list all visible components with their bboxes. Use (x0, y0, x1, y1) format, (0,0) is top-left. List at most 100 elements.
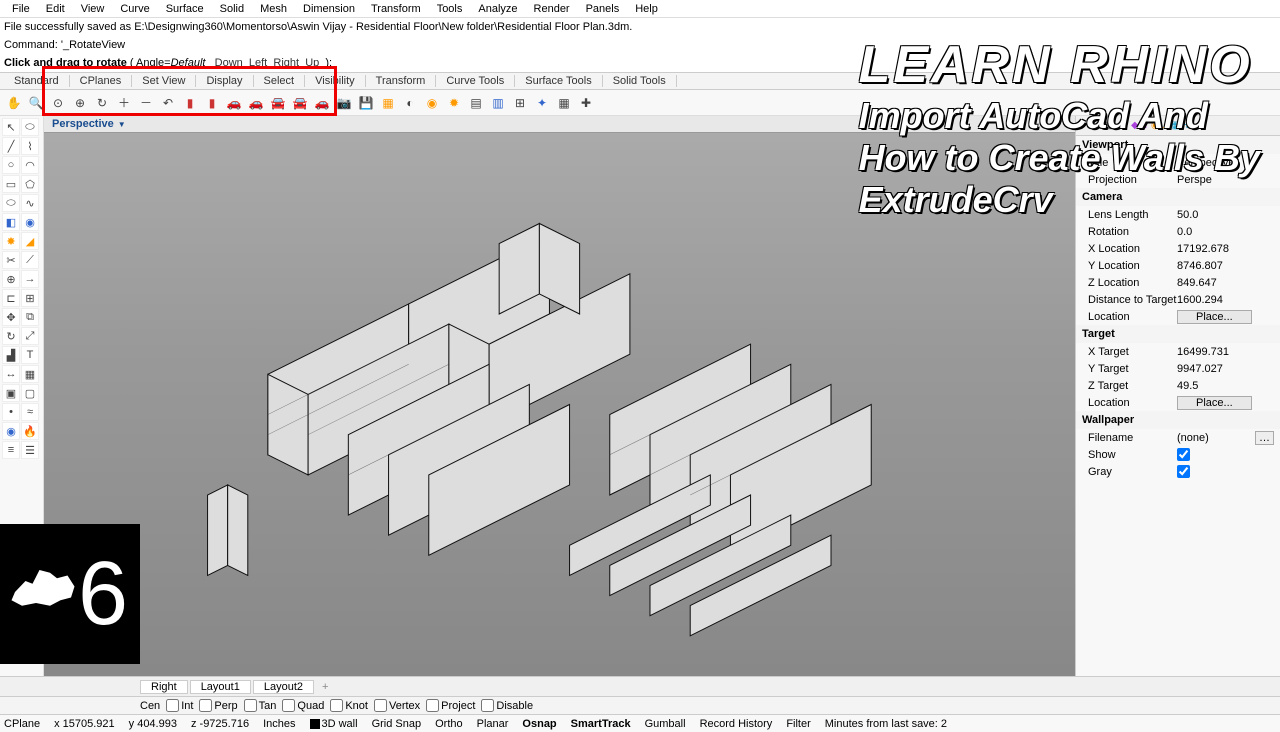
curve-icon[interactable]: ∿ (21, 194, 39, 212)
tab-setview[interactable]: Set View (132, 75, 196, 87)
tab-g-icon[interactable]: ✿ (1119, 120, 1127, 131)
save-view-icon[interactable]: 💾 (356, 93, 376, 113)
array-icon[interactable]: ⊞ (21, 289, 39, 307)
val-xloc[interactable]: 17192.678 (1177, 243, 1274, 255)
osnap-cen[interactable]: Cen (140, 700, 160, 712)
rendered-icon[interactable]: ▤ (466, 93, 486, 113)
tab-transform[interactable]: Transform (366, 75, 437, 87)
line-icon[interactable]: ╱ (2, 137, 20, 155)
command-input[interactable] (335, 57, 635, 69)
vtab-layout2[interactable]: Layout2 (253, 680, 314, 694)
val-zloc[interactable]: 849.647 (1177, 277, 1274, 289)
viewport-title-bar[interactable]: Perspective ▼ (44, 116, 1075, 133)
zoom-out-icon[interactable]: － (136, 93, 156, 113)
zoom-window-icon[interactable]: 🔍 (26, 93, 46, 113)
props-icon[interactable]: ≡ (2, 441, 20, 459)
zoom-extents-icon[interactable]: ⊙ (48, 93, 68, 113)
car2-icon[interactable]: 🚗 (246, 93, 266, 113)
layers-icon[interactable]: ☰ (21, 441, 39, 459)
menu-panels[interactable]: Panels (578, 3, 628, 15)
rotate-view-icon[interactable]: ↻ (92, 93, 112, 113)
tab-display-icon[interactable]: ◧ (1105, 120, 1114, 131)
top-view-icon[interactable]: ▮ (180, 93, 200, 113)
osnap-project[interactable]: Project (426, 699, 475, 712)
lasso-icon[interactable]: ⬭ (21, 118, 39, 136)
ghosted-icon[interactable]: ◉ (422, 93, 442, 113)
move-icon[interactable]: ✥ (2, 308, 20, 326)
val-xtarget[interactable]: 16499.731 (1177, 346, 1274, 358)
trim-icon[interactable]: ✂ (2, 251, 20, 269)
osnap-knot[interactable]: Knot (330, 699, 368, 712)
opt-right[interactable]: Right (273, 57, 299, 69)
val-ytarget[interactable]: 9947.027 (1177, 363, 1274, 375)
hatch-icon[interactable]: ▦ (21, 365, 39, 383)
osnap-tan[interactable]: Tan (244, 699, 277, 712)
tab-icon[interactable]: ◔ (1080, 120, 1086, 131)
status-planar[interactable]: Planar (477, 718, 509, 730)
osnap-disable[interactable]: Disable (481, 699, 533, 712)
status-gridsnap[interactable]: Grid Snap (372, 718, 422, 730)
grid-icon[interactable]: ▦ (554, 93, 574, 113)
menu-edit[interactable]: Edit (38, 3, 73, 15)
join-icon[interactable]: ⊕ (2, 270, 20, 288)
rect-icon[interactable]: ▭ (2, 175, 20, 193)
val-lens[interactable]: 50.0 (1177, 209, 1274, 221)
rotate-icon[interactable]: ↻ (2, 327, 20, 345)
vtab-layout1[interactable]: Layout1 (190, 680, 251, 694)
status-ortho[interactable]: Ortho (435, 718, 463, 730)
undo-view-icon[interactable]: ↶ (158, 93, 178, 113)
arc-icon[interactable]: ◠ (21, 156, 39, 174)
tab-select[interactable]: Select (254, 75, 306, 87)
shade-icon[interactable]: ◐ (400, 93, 420, 113)
osnap-quad[interactable]: Quad (282, 699, 324, 712)
menu-curve[interactable]: Curve (112, 3, 157, 15)
scale-icon[interactable]: ⤢ (21, 327, 39, 345)
gray-checkbox[interactable] (1177, 465, 1190, 478)
tab-curvetools[interactable]: Curve Tools (436, 75, 515, 87)
copy-icon[interactable]: ⧉ (21, 308, 39, 326)
box-icon[interactable]: ◧ (2, 213, 20, 231)
car4-icon[interactable]: 🚘 (290, 93, 310, 113)
pen-icon[interactable]: ▥ (488, 93, 508, 113)
status-gumball[interactable]: Gumball (645, 718, 686, 730)
mirror-icon[interactable]: ▟ (2, 346, 20, 364)
tab-h-icon[interactable]: ▦H (1172, 120, 1189, 131)
val-projection[interactable]: Perspe (1177, 174, 1274, 186)
val-dist[interactable]: 1600.294 (1177, 294, 1274, 306)
place-target-button[interactable]: Place... (1177, 396, 1252, 410)
tab-standard[interactable]: Standard (4, 75, 70, 87)
opt-left[interactable]: Left (249, 57, 267, 69)
tab-m-icon[interactable]: ◆M (1131, 120, 1147, 131)
status-layer[interactable]: 3D wall (310, 718, 358, 730)
wireframe-icon[interactable]: ▦ (378, 93, 398, 113)
flame-icon[interactable]: 🔥 (21, 422, 39, 440)
tab-display[interactable]: Display (196, 75, 253, 87)
offset-icon[interactable]: ⊏ (2, 289, 20, 307)
point-icon[interactable]: • (2, 403, 20, 421)
car5-icon[interactable]: 🚗 (312, 93, 332, 113)
menu-dimension[interactable]: Dimension (295, 3, 363, 15)
xray-icon[interactable]: ✹ (444, 93, 464, 113)
perspective-viewport[interactable] (44, 133, 1075, 676)
circle-icon[interactable]: ○ (2, 156, 20, 174)
camera-icon[interactable]: 📷 (334, 93, 354, 113)
artistic-icon[interactable]: ✦ (532, 93, 552, 113)
tab-surfacetools[interactable]: Surface Tools (515, 75, 602, 87)
group-icon[interactable]: ▣ (2, 384, 20, 402)
viewport-dropdown-icon[interactable]: ▼ (118, 120, 126, 129)
status-filter[interactable]: Filter (786, 718, 810, 730)
status-smarttrack[interactable]: SmartTrack (571, 718, 631, 730)
polyline-icon[interactable]: ⌇ (21, 137, 39, 155)
dim-icon[interactable]: ↔ (2, 365, 20, 383)
status-units[interactable]: Inches (263, 718, 295, 730)
car-icon[interactable]: 🚗 (224, 93, 244, 113)
place-camera-button[interactable]: Place... (1177, 310, 1252, 324)
front-view-icon[interactable]: ▮ (202, 93, 222, 113)
explode-icon[interactable]: ✸ (2, 232, 20, 250)
menu-tools[interactable]: Tools (429, 3, 471, 15)
opt-up[interactable]: Up (305, 57, 319, 69)
polygon-icon[interactable]: ⬠ (21, 175, 39, 193)
tab-cplanes[interactable]: CPlanes (70, 75, 133, 87)
menu-mesh[interactable]: Mesh (252, 3, 295, 15)
menu-view[interactable]: View (73, 3, 113, 15)
